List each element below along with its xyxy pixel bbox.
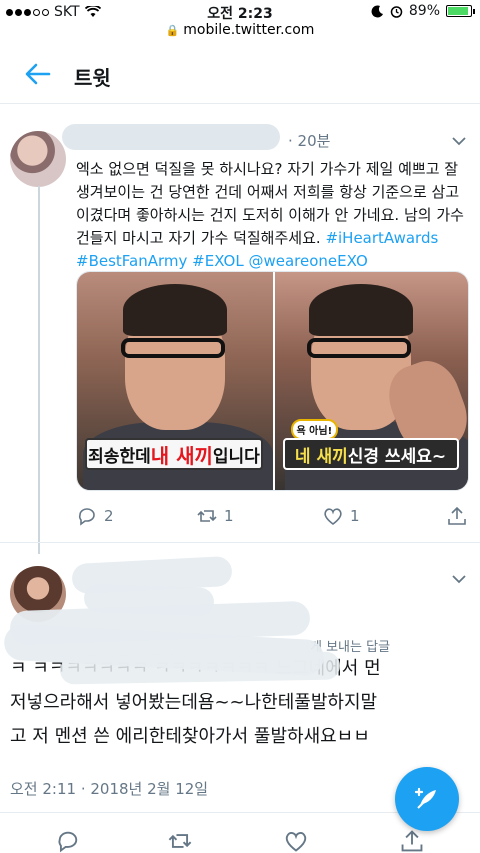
relative-time: 20분 bbox=[297, 132, 331, 150]
caption-highlight: 네 새끼 bbox=[294, 446, 348, 467]
tweet-timestamp[interactable]: · 20분 bbox=[288, 130, 330, 151]
reply-icon bbox=[78, 508, 95, 526]
hashtag-link[interactable]: #EXOL bbox=[192, 252, 244, 270]
chevron-down-icon[interactable] bbox=[451, 133, 467, 149]
do-not-disturb-moon-icon bbox=[371, 4, 383, 17]
redacted-username bbox=[62, 124, 280, 150]
reply-action[interactable]: 2 bbox=[76, 504, 114, 528]
url-bar[interactable]: 🔒 mobile.twitter.com bbox=[0, 22, 480, 42]
dot-separator: · bbox=[288, 132, 298, 150]
avatar[interactable] bbox=[10, 131, 66, 187]
page-title: 트윗 bbox=[74, 66, 111, 90]
redaction-scribble bbox=[59, 651, 341, 685]
tweet-text-line: 저넣으라해서 넣어봤는데욤~~나한테풀발하지말 bbox=[10, 692, 378, 713]
divider bbox=[0, 542, 480, 543]
tweet-text: 엑소 없으면 덕질을 못 하시나요? 자기 가수가 제일 예쁘고 잘 생겨보이는… bbox=[76, 158, 472, 273]
battery-percent: 89% bbox=[408, 3, 440, 19]
retweet-action[interactable]: 1 bbox=[196, 504, 234, 528]
retweet-icon[interactable] bbox=[166, 828, 194, 853]
compose-tweet-button[interactable] bbox=[395, 767, 459, 831]
reply-count: 2 bbox=[104, 507, 114, 525]
media-caption-left: 죄송한데 내 새끼 입니다 bbox=[85, 438, 263, 470]
glasses bbox=[121, 338, 225, 358]
tweet-action-bar bbox=[0, 822, 480, 853]
retweet-icon bbox=[197, 510, 217, 522]
heart-icon bbox=[324, 508, 342, 526]
media-caption-right: 네 새끼 신경 쓰세요~ bbox=[282, 438, 459, 470]
tweet-text-line: 이겼다며 좋아하시는 건지 도저히 이해가 안 가네요. 남의 가수 bbox=[76, 206, 464, 224]
battery-level-fill bbox=[448, 7, 468, 15]
retweet-count: 1 bbox=[224, 507, 234, 525]
like-count: 1 bbox=[350, 507, 360, 525]
alarm-clock-icon bbox=[390, 5, 403, 18]
compose-tweet-icon bbox=[414, 787, 436, 809]
tweet-text-line: 생겨보이는 건 당연한 건데 어째서 저희를 항상 기준으로 삼고 bbox=[76, 183, 460, 201]
heart-icon[interactable] bbox=[282, 828, 310, 853]
mention-link[interactable]: @weareoneEXO bbox=[248, 252, 367, 270]
status-right: 89% bbox=[371, 3, 475, 19]
status-bar: SKT 오전 2:23 89% bbox=[0, 0, 480, 24]
caption-text: 신경 쓰세요~ bbox=[347, 446, 447, 467]
share-icon[interactable] bbox=[398, 828, 426, 853]
back-arrow-icon bbox=[25, 63, 51, 85]
person-hair bbox=[308, 284, 413, 336]
tweet-text-line: 엑소 없으면 덕질을 못 하시나요? 자기 가수가 제일 예쁘고 잘 bbox=[76, 160, 459, 178]
back-button[interactable] bbox=[22, 58, 54, 90]
media-panel-left: 죄송한데 내 새끼 입니다 bbox=[77, 272, 273, 490]
lock-icon: 🔒 bbox=[165, 24, 180, 37]
hashtag-link[interactable]: #iHeartAwards bbox=[325, 229, 438, 247]
media-panel-right: 욕 아님! 네 새끼 신경 쓰세요~ bbox=[272, 272, 468, 490]
share-action[interactable] bbox=[446, 504, 468, 528]
media-badge: 욕 아님! bbox=[290, 419, 339, 440]
thread-line bbox=[38, 186, 40, 554]
caption-text: 입니다 bbox=[212, 446, 260, 467]
battery-icon bbox=[446, 5, 475, 17]
chevron-down-icon[interactable] bbox=[451, 571, 467, 587]
reply-icon[interactable] bbox=[54, 828, 82, 853]
person-hair bbox=[123, 284, 227, 336]
caption-highlight: 내 새끼 bbox=[150, 443, 213, 468]
tweet-text-line: 건들지 마시고 자기 가수 덕질해주세요. bbox=[76, 229, 321, 247]
hashtag-link[interactable]: #BestFanArmy bbox=[76, 252, 187, 270]
share-icon bbox=[448, 506, 466, 525]
page-header: 트윗 bbox=[0, 42, 480, 104]
glasses bbox=[306, 338, 411, 358]
tweet-text-line: 고 저 멘션 쓴 에리한테찾아가서 풀발하새요ㅂㅂ bbox=[10, 726, 370, 747]
caption-text: 죄송한데 bbox=[88, 446, 151, 467]
url-text: mobile.twitter.com bbox=[183, 22, 315, 38]
tweet-media[interactable]: 죄송한데 내 새끼 입니다 욕 아님! 네 새끼 신경 쓰세요~ bbox=[76, 271, 469, 491]
like-action[interactable]: 1 bbox=[322, 504, 360, 528]
tweet-date[interactable]: 오전 2:11 · 2018년 2월 12일 bbox=[10, 778, 208, 799]
